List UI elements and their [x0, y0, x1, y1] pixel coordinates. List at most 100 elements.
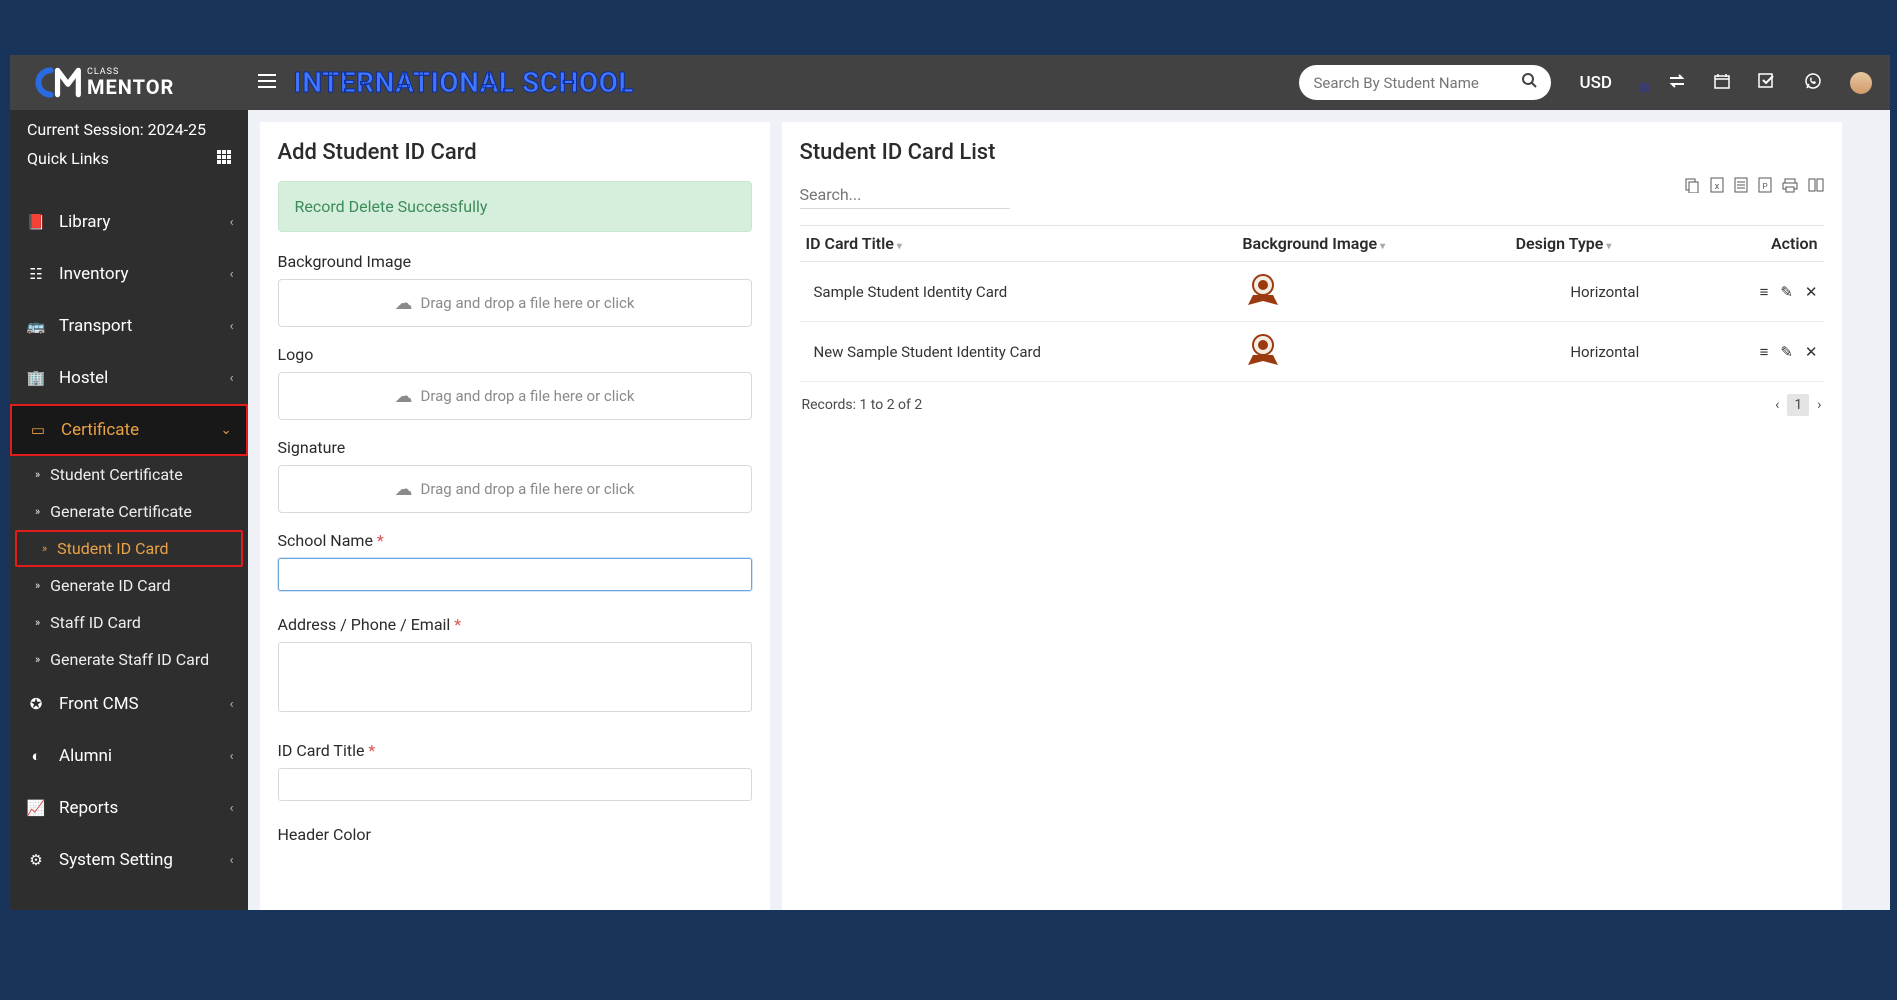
gears-icon: ⚙	[27, 851, 45, 869]
sidebar: Current Session: 2024-25 Quick Links 📕 L…	[10, 110, 248, 910]
svg-text:x: x	[1714, 182, 1719, 192]
table-row: Sample Student Identity Card Horizontal …	[800, 262, 1824, 322]
sub-student-id-card[interactable]: »Student ID Card	[17, 532, 241, 565]
student-search[interactable]	[1299, 65, 1551, 100]
main-content: Add Student ID Card Record Delete Succes…	[248, 110, 1891, 910]
sidebar-item-system-setting[interactable]: ⚙ System Setting ‹	[10, 834, 248, 886]
chevron-left-icon: ‹	[230, 319, 234, 334]
col-design[interactable]: Design Type▾	[1510, 226, 1700, 262]
address-label: Address / Phone / Email	[278, 615, 752, 634]
sub-generate-certificate[interactable]: »Generate Certificate	[10, 493, 248, 530]
bg-image-label: Background Image	[278, 252, 752, 271]
signature-dropzone[interactable]: ☁ Drag and drop a file here or click	[278, 465, 752, 513]
task-check-icon[interactable]	[1758, 73, 1776, 93]
school-title: INTERNATIONAL SCHOOL	[294, 66, 635, 99]
sidebar-item-alumni[interactable]: ◐ Alumni ‹	[10, 730, 248, 782]
excel-icon[interactable]: x	[1710, 177, 1724, 198]
print-icon[interactable]	[1782, 177, 1798, 198]
address-input[interactable]	[278, 642, 752, 712]
id-card-title-input[interactable]	[278, 768, 752, 801]
row-edit-icon[interactable]: ✎	[1780, 343, 1793, 361]
logo-label: Logo	[278, 345, 752, 364]
chevron-down-icon: ⌄	[221, 423, 232, 438]
menu-toggle-icon[interactable]	[258, 73, 276, 93]
chevron-left-icon: ‹	[230, 801, 234, 816]
building-icon: 🏢	[27, 369, 45, 387]
classmentor-logo-icon	[35, 65, 87, 100]
sidebar-item-inventory[interactable]: ☷ Inventory ‹	[10, 248, 248, 300]
school-name-input[interactable]	[278, 558, 752, 591]
currency-label[interactable]: USD	[1579, 73, 1612, 93]
chevron-left-icon: ‹	[230, 267, 234, 282]
sidebar-item-transport[interactable]: 🚌 Transport ‹	[10, 300, 248, 352]
row-menu-icon[interactable]: ≡	[1760, 283, 1769, 301]
chevron-left-icon: ‹	[230, 697, 234, 712]
search-icon[interactable]	[1521, 72, 1537, 93]
pdf-icon[interactable]: P	[1758, 177, 1772, 198]
csv-icon[interactable]	[1734, 177, 1748, 198]
sub-generate-id-card[interactable]: »Generate ID Card	[10, 567, 248, 604]
bus-icon: 🚌	[27, 317, 45, 335]
columns-icon[interactable]	[1808, 177, 1824, 198]
chart-icon: 📈	[27, 799, 45, 817]
sidebar-item-front-cms[interactable]: ✪ Front CMS ‹	[10, 678, 248, 730]
book-icon: 📕	[27, 213, 45, 231]
cell-bg-thumb	[1236, 322, 1509, 382]
double-chevron-icon: »	[35, 505, 40, 518]
cloud-upload-icon: ☁	[395, 479, 413, 500]
list-search-input[interactable]	[800, 181, 1010, 209]
cloud-upload-icon: ☁	[395, 293, 413, 314]
swap-icon[interactable]	[1668, 73, 1686, 92]
header-color-label: Header Color	[278, 825, 752, 844]
calendar-icon[interactable]	[1714, 73, 1730, 93]
quick-links[interactable]: Quick Links	[10, 143, 248, 180]
sidebar-item-library[interactable]: 📕 Library ‹	[10, 196, 248, 248]
copy-icon[interactable]	[1684, 177, 1700, 198]
whatsapp-icon[interactable]	[1804, 72, 1822, 94]
inventory-icon: ☷	[27, 265, 45, 283]
add-id-card-panel: Add Student ID Card Record Delete Succes…	[260, 122, 770, 910]
sidebar-item-hostel[interactable]: 🏢 Hostel ‹	[10, 352, 248, 404]
pager-next[interactable]: ›	[1817, 397, 1821, 413]
records-info: Records: 1 to 2 of 2	[802, 397, 923, 413]
id-card-icon: ▭	[29, 421, 47, 439]
sort-icon: ▾	[897, 241, 902, 252]
medal-icon	[1242, 272, 1284, 307]
table-row: New Sample Student Identity Card Horizon…	[800, 322, 1824, 382]
sort-icon: ▾	[1606, 241, 1611, 252]
brand-logo: CLASS MENTOR	[10, 55, 248, 110]
col-title[interactable]: ID Card Title▾	[800, 226, 1237, 262]
pager-prev[interactable]: ‹	[1775, 397, 1779, 413]
cell-title: Sample Student Identity Card	[800, 262, 1237, 322]
pagination: ‹ 1 ›	[1775, 394, 1821, 416]
chevron-left-icon: ‹	[230, 853, 234, 868]
col-action: Action	[1700, 226, 1823, 262]
double-chevron-icon: »	[35, 653, 40, 666]
bg-image-dropzone[interactable]: ☁ Drag and drop a file here or click	[278, 279, 752, 327]
logo-mentor-text: MENTOR	[87, 77, 174, 97]
cloud-upload-icon: ☁	[395, 386, 413, 407]
chevron-left-icon: ‹	[230, 371, 234, 386]
student-search-input[interactable]	[1313, 74, 1521, 92]
id-card-table: ID Card Title▾ Background Image▾ Design …	[800, 225, 1824, 382]
row-delete-icon[interactable]: ✕	[1805, 283, 1818, 301]
id-card-list-panel: Student ID Card List x P ID Card Title▾ …	[782, 122, 1842, 910]
cell-title: New Sample Student Identity Card	[800, 322, 1237, 382]
chevron-left-icon: ‹	[230, 215, 234, 230]
row-delete-icon[interactable]: ✕	[1805, 343, 1818, 361]
sub-staff-id-card[interactable]: »Staff ID Card	[10, 604, 248, 641]
sidebar-item-certificate[interactable]: ▭ Certificate ⌄	[10, 404, 248, 456]
form-title: Add Student ID Card	[278, 140, 752, 165]
row-edit-icon[interactable]: ✎	[1780, 283, 1793, 301]
logo-dropzone[interactable]: ☁ Drag and drop a file here or click	[278, 372, 752, 420]
sub-student-certificate[interactable]: »Student Certificate	[10, 456, 248, 493]
cell-bg-thumb	[1236, 262, 1509, 322]
school-name-label: School Name	[278, 531, 752, 550]
row-menu-icon[interactable]: ≡	[1760, 343, 1769, 361]
pager-page-1[interactable]: 1	[1787, 394, 1809, 416]
sub-generate-staff-id-card[interactable]: »Generate Staff ID Card	[10, 641, 248, 678]
success-alert: Record Delete Successfully	[278, 181, 752, 232]
sidebar-item-reports[interactable]: 📈 Reports ‹	[10, 782, 248, 834]
col-bg[interactable]: Background Image▾	[1236, 226, 1509, 262]
user-avatar[interactable]	[1850, 72, 1872, 94]
